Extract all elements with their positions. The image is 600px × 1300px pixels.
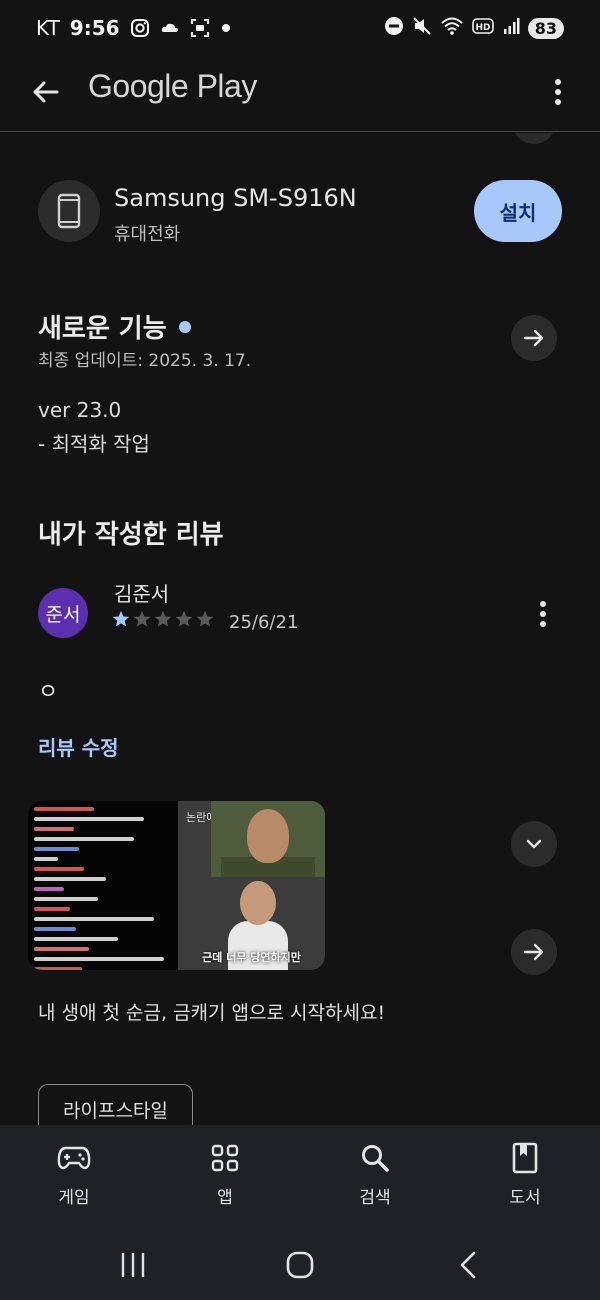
nav-games[interactable]: 게임 (24, 1141, 124, 1208)
change-note: - 최적화 작업 (38, 432, 150, 456)
recent-apps-icon (121, 1253, 145, 1277)
video-frame: 논란에 근데 너무 당연하지만 (178, 801, 325, 970)
reviewer-name: 김준서 (114, 582, 170, 606)
star-rating (112, 610, 214, 628)
carrier-label: KT (36, 16, 60, 40)
nav-search[interactable]: 검색 (325, 1141, 425, 1208)
app-title: Google Play (88, 68, 257, 104)
do-not-disturb-icon (384, 16, 404, 40)
nav-books[interactable]: 도서 (475, 1141, 575, 1208)
more-vert-icon (555, 79, 561, 105)
hd-voice-icon: HD (471, 17, 494, 39)
chevron-down-icon (526, 839, 542, 849)
nav-apps-label: 앱 (217, 1188, 233, 1208)
cloud-icon (160, 18, 180, 38)
new-badge-dot (178, 320, 191, 333)
book-icon (512, 1142, 538, 1174)
status-bar: KT 9:56 HD 83 (0, 0, 600, 58)
arrow-right-icon (523, 329, 544, 347)
bottom-navigation: 게임 앱 검색 도서 (0, 1125, 600, 1228)
more-options-button[interactable] (546, 72, 570, 112)
app-bar: Google Play (0, 58, 600, 132)
mute-icon (412, 16, 432, 40)
svg-text:HD: HD (475, 23, 490, 33)
promo-video-thumbnail[interactable]: 논란에 근데 너무 당연하지만 (28, 801, 325, 970)
nav-games-label: 게임 (58, 1188, 90, 1208)
last-updated: 최종 업데이트: 2025. 3. 17. (38, 351, 252, 371)
review-text: ㅇ (38, 680, 59, 705)
whats-new-heading: 새로운 기능 (38, 308, 191, 345)
signal-icon (502, 17, 520, 39)
nav-apps[interactable]: 앱 (175, 1141, 275, 1208)
device-icon-container (38, 180, 100, 242)
chat-overlay (28, 801, 178, 970)
more-vert-icon (540, 601, 546, 627)
star-empty-icon (154, 610, 172, 627)
wifi-icon (440, 16, 464, 40)
avatar: 준서 (38, 588, 88, 638)
promo-more-button[interactable] (511, 929, 557, 975)
edit-review-link[interactable]: 리뷰 수정 (38, 732, 119, 761)
clock: 9:56 (69, 16, 120, 40)
install-button[interactable]: 설치 (474, 180, 562, 242)
device-type: 휴대전화 (114, 224, 181, 245)
recent-apps-button[interactable] (113, 1248, 153, 1282)
gamepad-icon (57, 1146, 91, 1170)
apps-grid-icon (211, 1144, 239, 1172)
whats-new-more-button[interactable] (511, 315, 557, 361)
nav-books-label: 도서 (509, 1188, 541, 1208)
home-button[interactable] (280, 1248, 320, 1282)
device-name: Samsung SM-S916N (114, 184, 357, 212)
review-date: 25/6/21 (229, 612, 299, 633)
system-navigation-bar (0, 1228, 600, 1300)
promo-text: 내 생애 첫 순금, 금캐기 앱으로 시작하세요! (38, 1002, 386, 1024)
home-icon (286, 1251, 314, 1279)
notification-dot-icon (221, 24, 230, 32)
instagram-icon (130, 18, 150, 38)
chevron-left-icon (460, 1251, 476, 1279)
star-empty-icon (133, 610, 151, 627)
video-caption: 근데 너무 당연하지만 (202, 951, 301, 964)
back-button[interactable] (26, 72, 66, 112)
nav-search-label: 검색 (359, 1188, 391, 1208)
whats-new-title: 새로운 기능 (38, 314, 167, 344)
collapse-toggle-button[interactable] (511, 821, 557, 867)
arrow-left-icon (33, 81, 59, 103)
search-icon (362, 1145, 389, 1172)
system-back-button[interactable] (448, 1248, 488, 1282)
review-options-button[interactable] (532, 598, 554, 630)
inset-photo (211, 801, 325, 877)
smartphone-icon (57, 193, 81, 229)
star-empty-icon (196, 610, 214, 627)
my-review-heading: 내가 작성한 리뷰 (38, 520, 224, 550)
arrow-right-icon (523, 943, 544, 961)
screen-capture-icon (190, 18, 210, 38)
star-empty-icon (175, 610, 193, 627)
star-filled-icon (112, 610, 130, 627)
battery-indicator: 83 (527, 17, 564, 39)
version-text: ver 23.0 (38, 398, 122, 422)
device-row: Samsung SM-S916N 휴대전화 설치 (38, 180, 562, 245)
